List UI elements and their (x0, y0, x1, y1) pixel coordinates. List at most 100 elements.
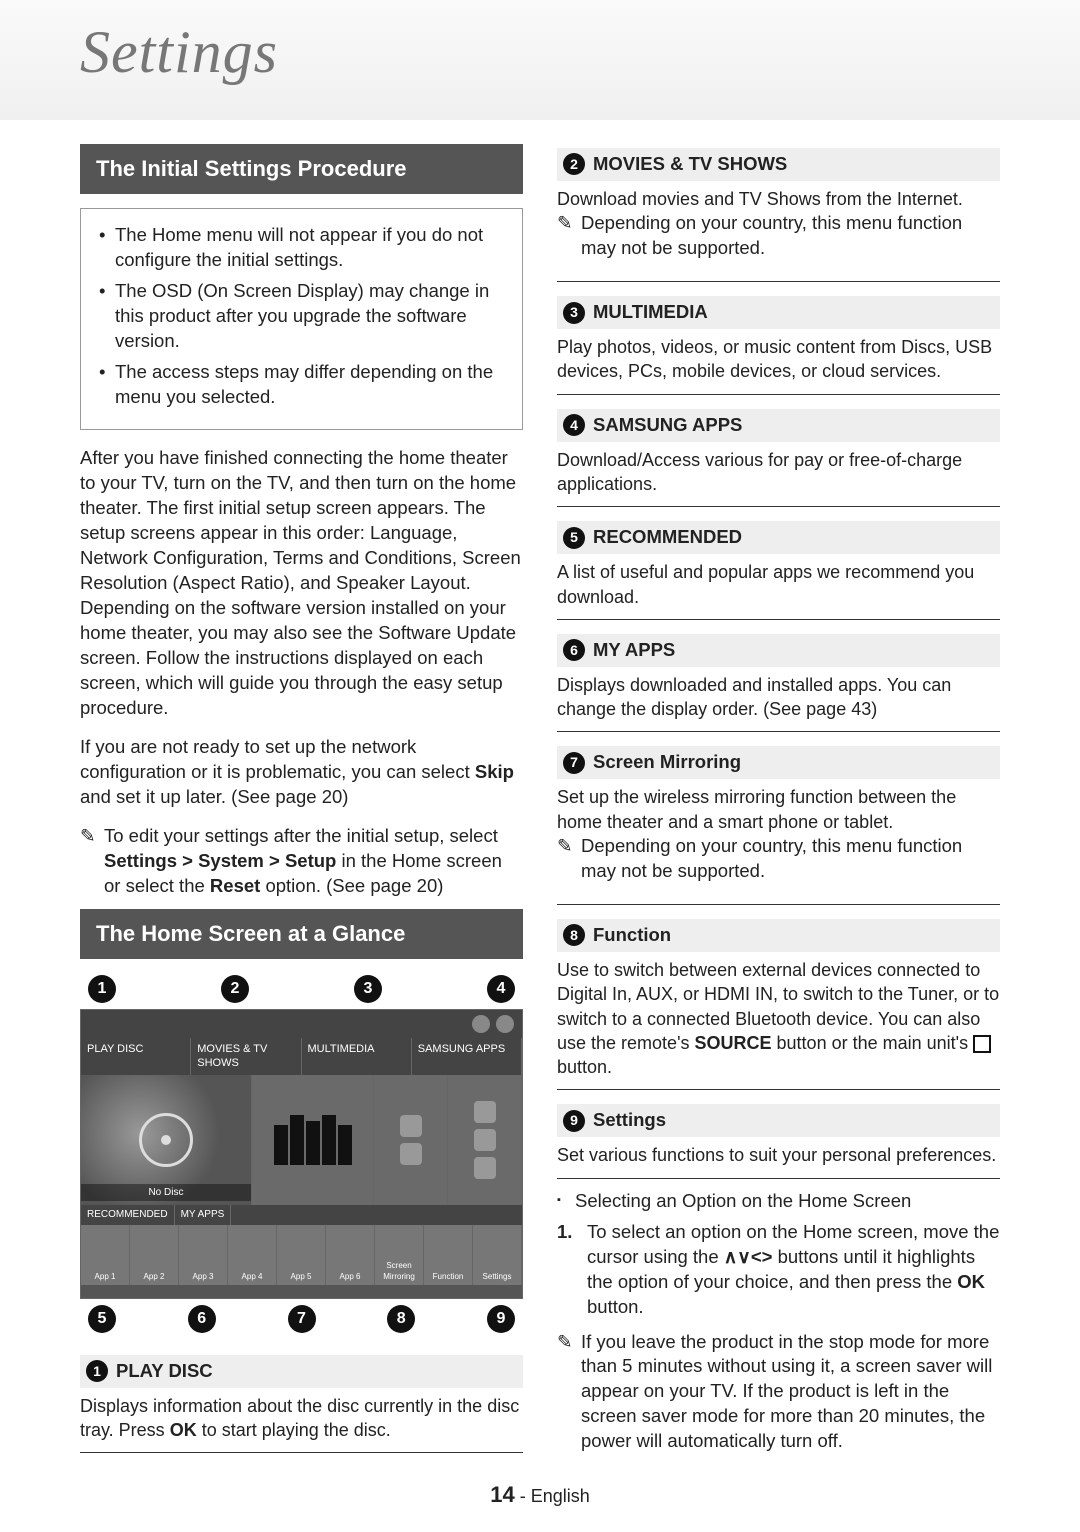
item-label: Settings (593, 1108, 666, 1133)
item-6-header: 6 MY APPS (557, 634, 1000, 667)
right-column: 2MOVIES & TV SHOWS Download movies and T… (557, 144, 1000, 1464)
text: If you are not ready to set up the netwo… (80, 736, 475, 782)
skip-label: Skip (475, 761, 514, 782)
page-number: 14 (490, 1482, 514, 1507)
text: To edit your settings after the initial … (104, 825, 498, 846)
item-8-body: Use to switch between external devices c… (557, 958, 1000, 1079)
search-icon (496, 1015, 514, 1033)
step-number: 1. (557, 1220, 572, 1245)
app-slot: App 4 (228, 1225, 277, 1285)
notice-item: The OSD (On Screen Display) may change i… (99, 279, 504, 354)
screen-mirroring-slot: Screen Mirroring (375, 1225, 424, 1285)
app-slot: App 1 (81, 1225, 130, 1285)
no-disc-label: No Disc (81, 1184, 251, 1202)
tab-samsung-apps: SAMSUNG APPS (412, 1038, 522, 1076)
item-7-body: Set up the wireless mirroring function b… (557, 785, 1000, 834)
callout-3: 3 (354, 975, 382, 1003)
bubble-icon: 3 (563, 302, 585, 324)
function-button-icon (973, 1035, 991, 1053)
ok-label: OK (170, 1420, 197, 1440)
item-1-header: 1 PLAY DISC (80, 1355, 523, 1388)
item-label: PLAY DISC (116, 1359, 213, 1384)
home-screen-diagram: 1 2 3 4 PLAY DISC MOVIES & TV SHOWS MULT… (80, 975, 523, 1333)
body-text: After you have finished connecting the h… (80, 446, 523, 721)
title-bar: Settings (0, 0, 1080, 120)
item-9-header: 9 Settings (557, 1104, 1000, 1137)
item-3-header: 3 MULTIMEDIA (557, 296, 1000, 329)
app-icon (474, 1101, 496, 1123)
bubble-icon: 9 (563, 1110, 585, 1132)
multimedia-tile (374, 1075, 448, 1205)
item-9-body: Set various functions to suit your perso… (557, 1143, 1000, 1167)
item-label: MULTIMEDIA (593, 300, 708, 325)
app-slot: App 3 (179, 1225, 228, 1285)
bubble-icon: 5 (563, 527, 585, 549)
callout-6: 6 (188, 1305, 216, 1333)
item-label: Function (593, 923, 671, 948)
app-icon (474, 1129, 496, 1151)
item-2-note: Depending on your country, this menu fun… (557, 211, 1000, 261)
apps-tile (448, 1075, 522, 1205)
screensaver-note: If you leave the product in the stop mod… (557, 1330, 1000, 1455)
item-7-header: 7Screen Mirroring (557, 746, 1000, 779)
text: and set it up later. (See page 20) (80, 786, 348, 807)
tab-multimedia: MULTIMEDIA (302, 1038, 412, 1076)
app-slot: App 6 (326, 1225, 375, 1285)
text: button. (587, 1296, 644, 1317)
menu-path: Settings > System > Setup (104, 850, 336, 871)
bubble-icon: 6 (563, 639, 585, 661)
callout-4: 4 (487, 975, 515, 1003)
disc-icon (139, 1113, 193, 1167)
item-8-header: 8Function (557, 919, 1000, 952)
photo-icon (400, 1115, 422, 1137)
text: to start playing the disc. (197, 1420, 391, 1440)
item-label: MOVIES & TV SHOWS (593, 152, 787, 177)
app-slot: App 2 (130, 1225, 179, 1285)
movies-tile (252, 1075, 374, 1205)
tv-mockup: PLAY DISC MOVIES & TV SHOWS MULTIMEDIA S… (80, 1009, 523, 1299)
item-label: MY APPS (593, 638, 675, 663)
item-4-header: 4 SAMSUNG APPS (557, 409, 1000, 442)
language-label: English (531, 1486, 590, 1506)
dpad-icon: ∧∨<> (724, 1246, 773, 1267)
tab-play-disc: PLAY DISC (81, 1038, 191, 1076)
function-slot: Function (424, 1225, 473, 1285)
section-home-screen: The Home Screen at a Glance (80, 909, 523, 959)
headphone-icon (472, 1015, 490, 1033)
body-text: If you are not ready to set up the netwo… (80, 735, 523, 810)
item-5-body: A list of useful and popular apps we rec… (557, 560, 1000, 609)
page-footer: 14 - English (0, 1482, 1080, 1508)
item-4-body: Download/Access various for pay or free-… (557, 448, 1000, 497)
bubble-icon: 1 (86, 1360, 108, 1382)
source-label: SOURCE (695, 1033, 772, 1053)
item-3-body: Play photos, videos, or music content fr… (557, 335, 1000, 384)
callout-8: 8 (387, 1305, 415, 1333)
callout-5: 5 (88, 1305, 116, 1333)
callout-7: 7 (288, 1305, 316, 1333)
item-6-body: Displays downloaded and installed apps. … (557, 673, 1000, 722)
video-icon (400, 1143, 422, 1165)
left-column: The Initial Settings Procedure The Home … (80, 144, 523, 1464)
text: option. (See page 20) (260, 875, 443, 896)
callout-2: 2 (221, 975, 249, 1003)
settings-slot: Settings (473, 1225, 522, 1285)
ok-label: OK (957, 1271, 985, 1292)
step-1: 1. To select an option on the Home scree… (557, 1220, 1000, 1320)
myapps-label: MY APPS (175, 1205, 232, 1225)
bubble-icon: 7 (563, 752, 585, 774)
page-title: Settings (80, 18, 1080, 87)
app-icon (474, 1157, 496, 1179)
section-initial-settings: The Initial Settings Procedure (80, 144, 523, 194)
item-2-header: 2 MOVIES & TV SHOWS (557, 148, 1000, 181)
text: button. (557, 1057, 612, 1077)
item-label: SAMSUNG APPS (593, 413, 742, 438)
item-1-body: Displays information about the disc curr… (80, 1394, 523, 1443)
tab-movies: MOVIES & TV SHOWS (191, 1038, 301, 1076)
item-5-header: 5RECOMMENDED (557, 521, 1000, 554)
bubble-icon: 2 (563, 153, 585, 175)
reset-label: Reset (210, 875, 260, 896)
text: button or the main unit's (772, 1033, 974, 1053)
bubble-icon: 4 (563, 414, 585, 436)
item-7-note: Depending on your country, this menu fun… (557, 834, 1000, 884)
notice-item: The Home menu will not appear if you do … (99, 223, 504, 273)
